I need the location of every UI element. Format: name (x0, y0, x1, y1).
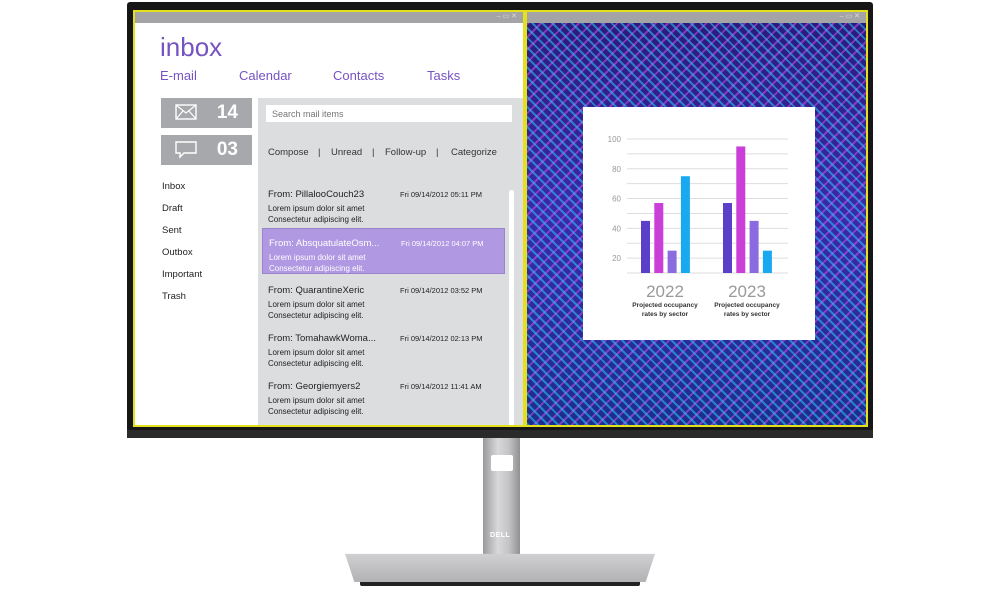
y-tick-label: 100 (608, 135, 622, 144)
mail-from: From: PillalooCouch23 (268, 189, 365, 200)
folder-draft[interactable]: Draft (162, 203, 183, 214)
cable-hole (491, 455, 513, 471)
bar (680, 176, 690, 273)
scrollbar[interactable] (509, 190, 514, 425)
mail-preview: Consectetur adipiscing elit. (268, 215, 364, 224)
folder-outbox[interactable]: Outbox (162, 247, 193, 258)
mail-item[interactable]: From: QuarantineXeric Fri 09/14/2012 03:5… (262, 276, 505, 322)
mail-item[interactable]: From: LollapaloosaPotat...Fri 09/14/2012… (262, 420, 505, 425)
category-label: 2023 (728, 282, 766, 301)
title-bar: – ▭ ✕ (135, 12, 523, 23)
mail-preview: Lorem ipsum dolor sit amet (268, 300, 365, 309)
email-window: – ▭ ✕ inbox E-mail Calendar Contacts Tas… (133, 10, 525, 427)
folder-trash[interactable]: Trash (162, 291, 186, 302)
compose-button[interactable]: Compose (268, 147, 309, 158)
mail-from: From: TomahawkWoma... (268, 333, 376, 344)
mail-item[interactable]: From: PillalooCouch23 Fri 09/14/2012 05:1… (262, 180, 505, 226)
category-subtitle: rates by sector (724, 311, 771, 318)
y-tick-label: 20 (612, 254, 621, 263)
envelope-icon (175, 104, 197, 120)
nav-contacts[interactable]: Contacts (333, 68, 384, 83)
mail-preview: Consectetur adipiscing elit. (268, 311, 364, 320)
mail-from: From: AbsquatulateOsm... (269, 238, 380, 249)
mail-from: From: Georgiemyers2 (268, 381, 361, 392)
separator: | (372, 147, 375, 158)
mail-item[interactable]: From: AbsquatulateOsm... Fri 09/14/2012 0… (262, 228, 505, 274)
categorize-button[interactable]: Categorize (451, 147, 497, 158)
category-subtitle: Projected occupancy (714, 302, 780, 309)
page-title: inbox (160, 32, 223, 62)
chat-count: 03 (216, 139, 238, 160)
bar (641, 220, 650, 273)
chat-bubble-icon (175, 141, 197, 159)
mail-date: Fri 09/14/2012 03:52 PM (400, 286, 483, 295)
mail-preview: Consectetur adipiscing elit. (268, 359, 364, 368)
nav-tasks[interactable]: Tasks (427, 68, 460, 83)
chat-counter[interactable]: 03 (161, 135, 252, 165)
folder-sent[interactable]: Sent (162, 225, 182, 236)
bar-chart: 204060801002022Projected occupancyrates … (608, 135, 788, 318)
bar (723, 203, 732, 273)
unread-button[interactable]: Unread (331, 147, 362, 158)
folder-important[interactable]: Important (162, 269, 202, 280)
mail-preview: Lorem ipsum dolor sit amet (268, 204, 365, 213)
nav-calendar[interactable]: Calendar (239, 68, 292, 83)
follow-up-button[interactable]: Follow-up (385, 147, 426, 158)
bar (654, 203, 664, 273)
mail-preview: Consectetur adipiscing elit. (269, 264, 365, 273)
category-subtitle: rates by sector (642, 311, 689, 318)
monitor-stand-base (345, 553, 655, 582)
bar (736, 146, 746, 273)
category-subtitle: Projected occupancy (632, 302, 698, 309)
mail-item[interactable]: From: Georgiemyers2 Fri 09/14/2012 11:41 … (262, 372, 505, 418)
separator: | (436, 147, 439, 158)
mail-date: Fri 09/14/2012 11:41 AM (400, 382, 482, 391)
window-controls[interactable]: – ▭ ✕ (840, 12, 860, 20)
chart-card: 20 40 60 80 100 2022 Projected occupancy rates … (583, 107, 815, 340)
mail-preview: Lorem ipsum dolor sit amet (268, 348, 365, 357)
y-tick-label: 60 (612, 195, 621, 204)
monitor-chin (127, 430, 873, 438)
title-bar: – ▭ ✕ (527, 12, 866, 23)
mail-counter[interactable]: 14 (161, 98, 252, 128)
mail-item[interactable]: From: TomahawkWoma... Fri 09/14/2012 02:1… (262, 324, 505, 370)
mail-date: Fri 09/14/2012 04:07 PM (401, 239, 484, 248)
category-label: 2022 (646, 282, 684, 301)
mail-preview: Lorem ipsum dolor sit amet (269, 253, 366, 262)
wallpaper-window: – ▭ ✕ 20 40 60 80 100 2022 Projected occupancy… (525, 10, 868, 427)
y-tick-label: 40 (612, 224, 621, 233)
mail-preview: Lorem ipsum dolor sit amet (268, 396, 365, 405)
bar (667, 250, 677, 273)
mail-date: Fri 09/14/2012 05:11 PM (400, 190, 482, 199)
y-tick-label: 80 (612, 165, 621, 174)
mail-date: Fri 09/14/2012 02:13 PM (400, 334, 483, 343)
separator: | (318, 147, 321, 158)
dell-logo: DELL (490, 532, 511, 539)
nav-email[interactable]: E-mail (160, 68, 197, 83)
mail-count: 14 (216, 102, 238, 123)
folder-inbox[interactable]: Inbox (162, 181, 185, 192)
mail-from: From: QuarantineXeric (268, 285, 365, 296)
window-controls[interactable]: – ▭ ✕ (497, 12, 517, 20)
search-input[interactable] (266, 105, 512, 122)
mail-preview: Consectetur adipiscing elit. (268, 407, 364, 416)
bar (762, 250, 772, 273)
bar (749, 220, 759, 273)
mail-panel: Compose | Unread | Follow-up | Categoriz… (258, 98, 523, 425)
